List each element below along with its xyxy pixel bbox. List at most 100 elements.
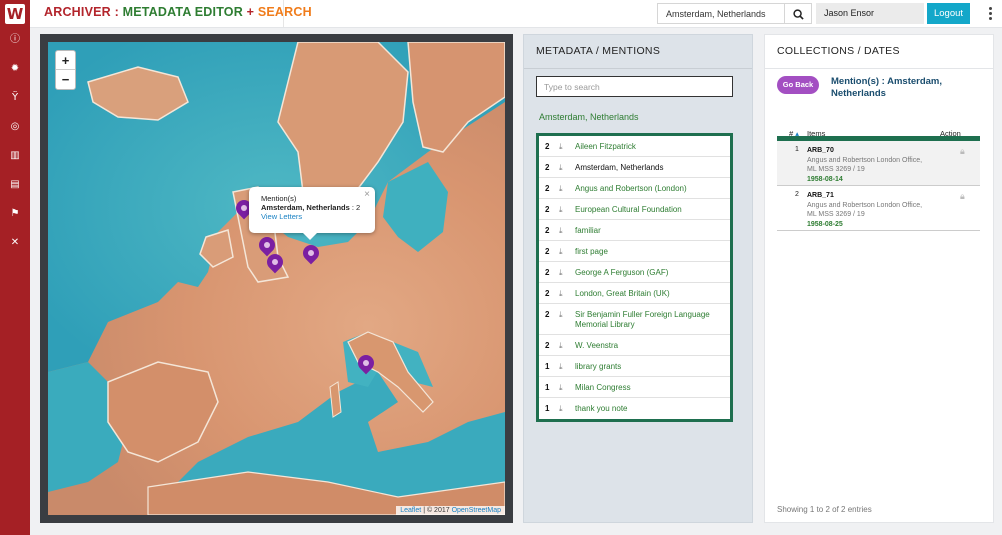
sort-asc-icon: ▴ xyxy=(795,129,800,138)
gear-icon[interactable]: ✹ xyxy=(8,62,22,76)
osm-link[interactable]: OpenStreetMap xyxy=(452,507,501,514)
download-icon[interactable]: ⤓ xyxy=(559,383,575,393)
view-letters-link[interactable]: View Letters xyxy=(261,212,363,221)
mention-count: 2 xyxy=(545,341,550,350)
item-date: 1958-08-25 xyxy=(807,220,843,228)
popup-place: Amsterdam, Netherlands xyxy=(261,203,350,212)
col-num-header[interactable]: # ▴ xyxy=(777,129,807,138)
more-menu-icon[interactable] xyxy=(989,7,992,22)
table-info: Showing 1 to 2 of 2 entries xyxy=(777,505,872,514)
download-icon[interactable]: ⤓ xyxy=(559,247,575,257)
mention-label[interactable]: familiar xyxy=(575,226,730,236)
map-icon[interactable]: ▥ xyxy=(8,149,22,163)
download-icon[interactable]: ⤓ xyxy=(559,362,575,372)
zoom-in-button[interactable]: + xyxy=(56,51,75,70)
mention-label[interactable]: Angus and Robertson (London) xyxy=(575,184,730,194)
map-panel: + − × Mention(s) Amsterdam, Netherlands … xyxy=(40,34,513,523)
download-icon[interactable]: ⤓ xyxy=(559,142,575,152)
list-item[interactable]: 2 ⤓ London, Great Britain (UK) xyxy=(539,283,730,304)
user-name-field[interactable]: Jason Ensor xyxy=(816,3,924,24)
document-icon[interactable]: ▤ xyxy=(8,178,22,192)
lock-icon[interactable]: 🔒︎ xyxy=(960,191,980,230)
download-icon[interactable]: ⤓ xyxy=(559,268,575,278)
attribution-text: | © 2017 xyxy=(421,507,452,514)
mention-label[interactable]: W. Veenstra xyxy=(575,341,730,351)
flag-icon[interactable]: ⚑ xyxy=(8,207,22,221)
col-action-label: Action xyxy=(940,129,961,138)
mention-count: 2 xyxy=(545,226,550,235)
leaflet-link[interactable]: Leaflet xyxy=(400,507,421,514)
popup-count: : 2 xyxy=(349,203,361,212)
download-icon[interactable]: ⤓ xyxy=(559,205,575,215)
search-input[interactable]: Amsterdam, Netherlands xyxy=(657,3,785,24)
info-icon[interactable]: ⓘ xyxy=(8,33,22,47)
table-header: # ▴ Items Action xyxy=(777,124,980,141)
row-num: 1 xyxy=(795,146,799,153)
list-item[interactable]: 2 ⤓ George A Ferguson (GAF) xyxy=(539,262,730,283)
mention-label[interactable]: Milan Congress xyxy=(575,383,730,393)
col-num-label: # xyxy=(789,129,794,138)
divider xyxy=(524,68,752,69)
brand-archiver: ARCHIVER xyxy=(44,5,111,19)
list-item[interactable]: 2 ⤓ first page xyxy=(539,241,730,262)
download-icon[interactable]: ⤓ xyxy=(559,404,575,414)
mention-label[interactable]: library grants xyxy=(575,362,730,372)
table-row[interactable]: 2 ARB_71 Angus and Robertson London Offi… xyxy=(777,186,980,231)
popup-close-button[interactable]: × xyxy=(364,189,370,200)
mention-label[interactable]: first page xyxy=(575,247,730,257)
mention-count: 1 xyxy=(545,404,550,413)
zoom-control: + − xyxy=(55,50,76,90)
mention-label[interactable]: thank you note xyxy=(575,404,730,414)
mention-label[interactable]: Sir Benjamin Fuller Foreign Language Mem… xyxy=(575,310,730,330)
list-item[interactable]: 2 ⤓ Sir Benjamin Fuller Foreign Language M… xyxy=(539,304,730,335)
list-item[interactable]: 2 ⤓ Aileen Fitzpatrick xyxy=(539,136,730,157)
app-logo[interactable]: W xyxy=(5,4,25,24)
download-icon[interactable]: ⤓ xyxy=(559,289,575,299)
branch-icon[interactable]: Ÿ xyxy=(8,91,22,105)
mention-label[interactable]: Amsterdam, Netherlands xyxy=(575,163,730,173)
download-icon[interactable]: ⤓ xyxy=(559,310,575,320)
download-icon[interactable]: ⤓ xyxy=(559,163,575,173)
list-item[interactable]: 1 ⤓ library grants xyxy=(539,356,730,377)
map-popup: × Mention(s) Amsterdam, Netherlands : 2 … xyxy=(249,187,375,240)
mention-count: 2 xyxy=(545,163,550,172)
collections-title: COLLECTIONS / DATES xyxy=(777,45,900,57)
metadata-search-input[interactable]: Type to search xyxy=(536,76,733,97)
list-item[interactable]: 2 ⤓ European Cultural Foundation xyxy=(539,199,730,220)
mention-count: 2 xyxy=(545,289,550,298)
download-icon[interactable]: ⤓ xyxy=(559,341,575,351)
tools-icon[interactable]: ✕ xyxy=(8,236,22,250)
list-item[interactable]: 2 ⤓ Amsterdam, Netherlands xyxy=(539,157,730,178)
lock-icon[interactable]: 🔒︎ xyxy=(960,146,980,185)
mention-label[interactable]: European Cultural Foundation xyxy=(575,205,730,215)
brand-plus: + xyxy=(242,5,258,19)
mention-label[interactable]: Aileen Fitzpatrick xyxy=(575,142,730,152)
list-item[interactable]: 1 ⤓ thank you note xyxy=(539,398,730,419)
table-row[interactable]: 1 ARB_70 Angus and Robertson London Offi… xyxy=(777,141,980,186)
list-item[interactable]: 1 ⤓ Milan Congress xyxy=(539,377,730,398)
search-icon xyxy=(793,9,804,20)
item-id[interactable]: ARB_71 xyxy=(807,191,960,201)
item-id[interactable]: ARB_70 xyxy=(807,146,960,156)
mention-count: 2 xyxy=(545,142,550,151)
mention-title: Mention(s) : Amsterdam, Netherlands xyxy=(831,76,943,99)
list-item[interactable]: 2 ⤓ W. Veenstra xyxy=(539,335,730,356)
search-button[interactable] xyxy=(785,3,812,24)
download-icon[interactable]: ⤓ xyxy=(559,226,575,236)
col-items-header[interactable]: Items xyxy=(807,129,940,138)
go-back-button[interactable]: Go Back xyxy=(777,76,819,94)
logout-button[interactable]: Logout xyxy=(927,3,970,24)
mention-label[interactable]: George A Ferguson (GAF) xyxy=(575,268,730,278)
globe-icon[interactable]: ◎ xyxy=(8,120,22,134)
item-ref: ML MSS 3269 / 19 xyxy=(807,166,865,173)
row-item: ARB_71 Angus and Robertson London Office… xyxy=(807,191,960,230)
zoom-out-button[interactable]: − xyxy=(56,70,75,89)
col-action-header[interactable]: Action xyxy=(940,129,980,138)
download-icon[interactable]: ⤓ xyxy=(559,184,575,194)
popup-heading: Mention(s) xyxy=(261,194,297,203)
list-item[interactable]: 2 ⤓ familiar xyxy=(539,220,730,241)
mention-count: 2 xyxy=(545,268,550,277)
list-item[interactable]: 2 ⤓ Angus and Robertson (London) xyxy=(539,178,730,199)
map[interactable]: + − × Mention(s) Amsterdam, Netherlands … xyxy=(48,42,505,515)
mention-label[interactable]: London, Great Britain (UK) xyxy=(575,289,730,299)
